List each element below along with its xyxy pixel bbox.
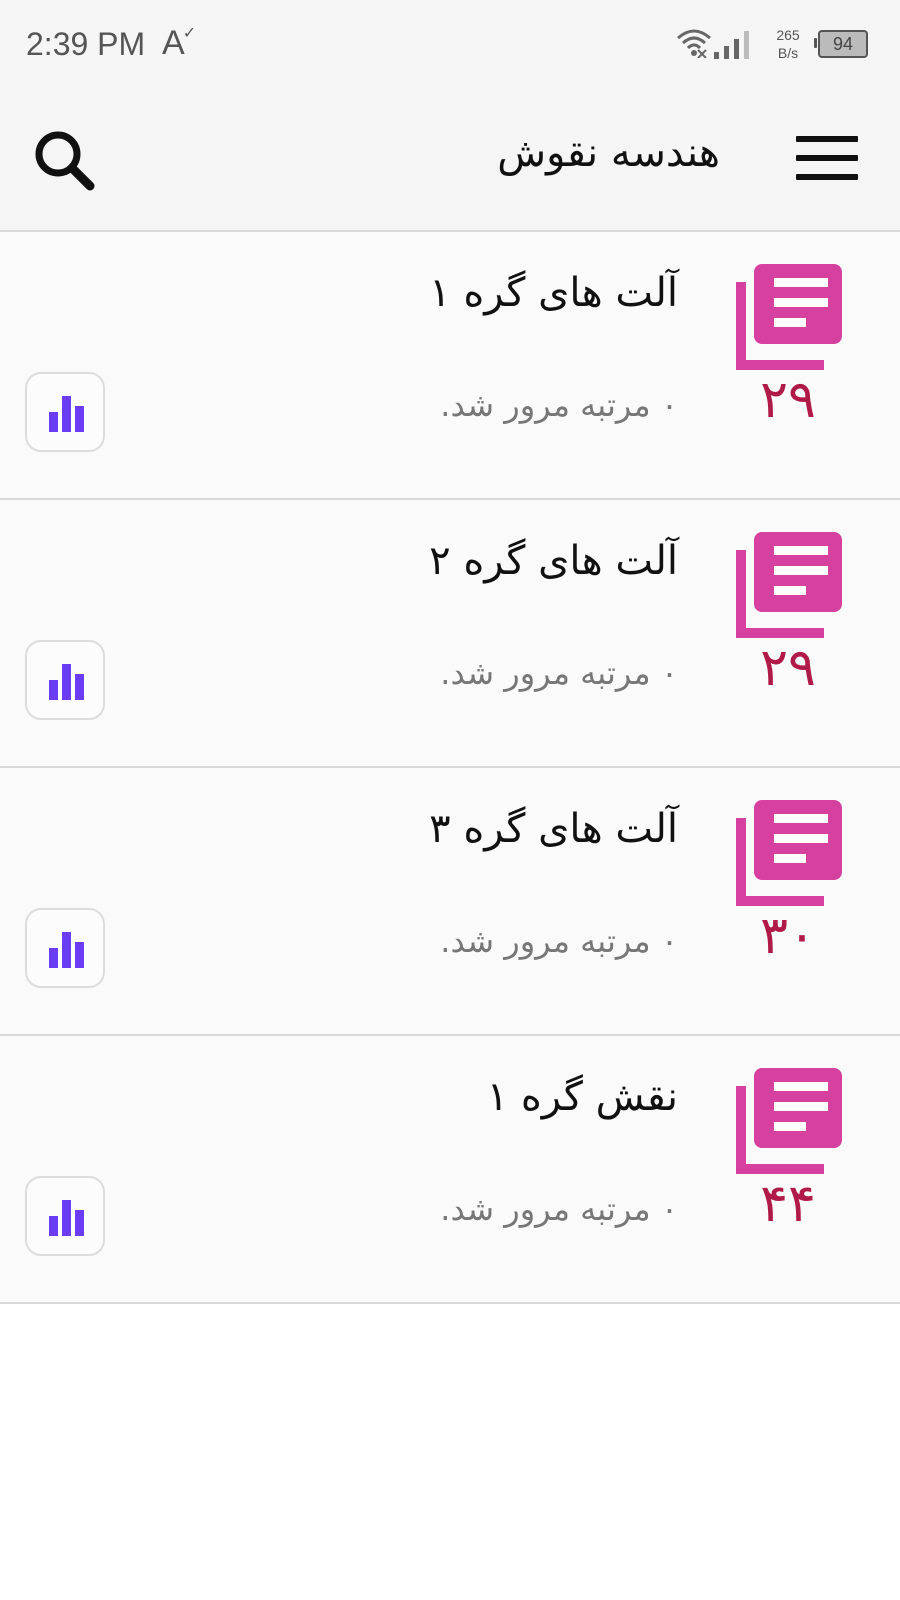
item-title: آلت های گره ۱ — [429, 270, 678, 316]
status-time: 2:39 PM — [26, 26, 146, 62]
search-icon — [35, 131, 95, 191]
bar-chart-icon — [49, 664, 84, 700]
font-indicator-icon: A✓ — [162, 24, 197, 62]
list-item[interactable]: ۴۴ نقش گره ۱ ۰ مرتبه مرور شد. — [0, 1036, 900, 1304]
item-subtitle: ۰ مرتبه مرور شد. — [440, 386, 678, 424]
menu-button[interactable] — [796, 136, 860, 182]
item-title: نقش گره ۱ — [486, 1074, 678, 1120]
wifi-icon — [677, 29, 711, 58]
item-count: ۲۹ — [760, 638, 816, 698]
stats-button[interactable] — [25, 372, 105, 452]
bar-chart-icon — [49, 396, 84, 432]
lesson-list: ۲۹ آلت های گره ۱ ۰ مرتبه مرور شد. ۲۹ آلت… — [0, 232, 900, 1304]
item-count: ۳۰ — [760, 906, 816, 966]
signal-icon — [714, 31, 749, 59]
item-subtitle: ۰ مرتبه مرور شد. — [440, 1190, 678, 1228]
bar-chart-icon — [49, 932, 84, 968]
battery-icon: 94 — [814, 30, 868, 58]
library-books-icon — [736, 800, 842, 906]
item-title: آلت های گره ۳ — [429, 806, 678, 852]
item-count: ۴۴ — [760, 1174, 816, 1234]
library-books-icon — [736, 264, 842, 370]
item-count: ۲۹ — [760, 370, 816, 430]
library-books-icon — [736, 532, 842, 638]
item-subtitle: ۰ مرتبه مرور شد. — [440, 654, 678, 692]
stats-button[interactable] — [25, 1176, 105, 1256]
list-item[interactable]: ۳۰ آلت های گره ۳ ۰ مرتبه مرور شد. — [0, 768, 900, 1036]
stats-button[interactable] — [25, 640, 105, 720]
stats-button[interactable] — [25, 908, 105, 988]
list-item[interactable]: ۲۹ آلت های گره ۱ ۰ مرتبه مرور شد. — [0, 232, 900, 500]
page-title: هندسه نقوش — [497, 130, 720, 176]
library-books-icon — [736, 1068, 842, 1174]
network-speed: 265 B/s — [776, 27, 800, 61]
search-button[interactable] — [30, 126, 100, 196]
app-bar: هندسه نقوش — [0, 90, 900, 232]
battery-level: 94 — [818, 30, 868, 58]
bar-chart-icon — [49, 1200, 84, 1236]
item-subtitle: ۰ مرتبه مرور شد. — [440, 922, 678, 960]
status-bar: 2:39 PM A✓ 265 B/s 94 — [0, 0, 900, 90]
list-item[interactable]: ۲۹ آلت های گره ۲ ۰ مرتبه مرور شد. — [0, 500, 900, 768]
hamburger-menu-icon — [796, 136, 858, 142]
item-title: آلت های گره ۲ — [429, 538, 678, 584]
